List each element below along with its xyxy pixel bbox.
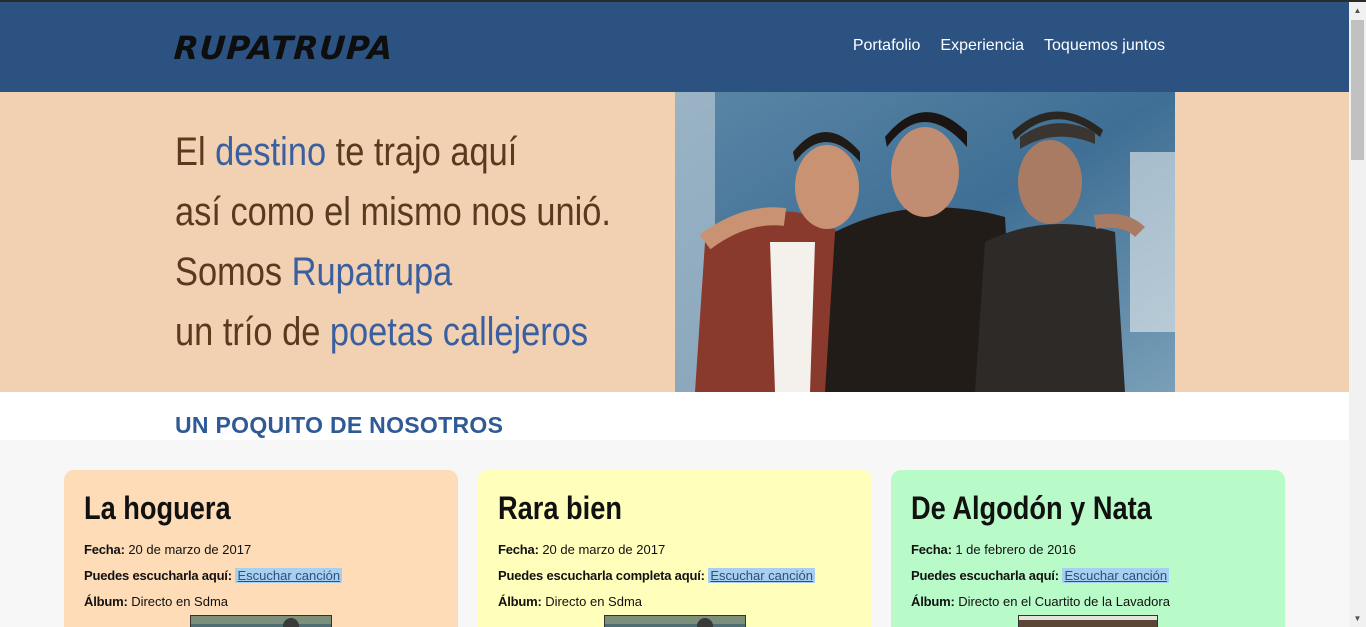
listen-label: Puedes escucharla aquí: <box>84 568 232 583</box>
song-date-row: Fecha: 20 de marzo de 2017 <box>84 537 438 563</box>
song-title: De Algodón y Nata <box>911 490 1152 526</box>
album-value: Directo en el Cuartito de la Lavadora <box>954 594 1170 609</box>
song-card-rara-bien: Rara bien Fecha: 20 de marzo de 2017 Pue… <box>478 470 872 627</box>
song-title: Rara bien <box>498 490 622 526</box>
scrollbar-thumb[interactable] <box>1351 20 1364 160</box>
rupatrupa-logo[interactable]: RUPATRUPA <box>172 22 395 74</box>
album-value: Directo en Sdma <box>127 594 229 609</box>
listen-label: Puedes escucharla aquí: <box>911 568 1059 583</box>
song-album-row: Álbum: Directo en el Cuartito de la Lava… <box>911 589 1265 615</box>
scroll-down-arrow-icon[interactable]: ▼ <box>1349 610 1366 627</box>
listen-label: Puedes escucharla completa aquí: <box>498 568 705 583</box>
songs-grid: La hoguera Fecha: 20 de marzo de 2017 Pu… <box>0 440 1349 627</box>
song-date-row: Fecha: 1 de febrero de 2016 <box>911 537 1265 563</box>
band-photo <box>675 92 1175 392</box>
about-section-header: UN POQUITO DE NOSOTROS <box>0 392 1349 440</box>
listen-link[interactable]: Escuchar canción <box>708 568 815 583</box>
hero-text-segment: un trío de <box>175 310 330 354</box>
listen-link[interactable]: Escuchar canción <box>235 568 343 583</box>
hero-highlight-destino: destino <box>215 130 327 174</box>
song-listen-row: Puedes escucharla completa aquí: Escucha… <box>498 563 852 589</box>
date-label: Fecha: <box>498 542 539 557</box>
nav-link-portafolio[interactable]: Portafolio <box>853 37 921 55</box>
album-cover-image <box>190 615 332 627</box>
album-label: Álbum: <box>84 594 128 609</box>
navbar: RUPATRUPA Portafolio Experiencia Toquemo… <box>0 2 1349 92</box>
vertical-scrollbar[interactable]: ▲ ▼ <box>1349 2 1366 627</box>
song-listen-row: Puedes escucharla aquí: Escuchar canción <box>911 563 1265 589</box>
date-label: Fecha: <box>911 542 952 557</box>
hero-line-2: así como el mismo nos unió. <box>175 190 611 234</box>
song-card-de-algodon-y-nata: De Algodón y Nata Fecha: 1 de febrero de… <box>891 470 1285 627</box>
hero-text-segment: El <box>175 130 216 174</box>
hero-highlight-poetas: poetas callejeros <box>329 310 589 354</box>
about-section-title: UN POQUITO DE NOSOTROS <box>175 412 504 438</box>
date-value: 20 de marzo de 2017 <box>124 542 252 557</box>
album-label: Álbum: <box>498 594 542 609</box>
song-listen-row: Puedes escucharla aquí: Escuchar canción <box>84 563 438 589</box>
date-value: 20 de marzo de 2017 <box>538 542 666 557</box>
song-album-row: Álbum: Directo en Sdma <box>498 589 852 615</box>
date-label: Fecha: <box>84 542 125 557</box>
hero-banner: El destino te trajo aquí así como el mis… <box>0 92 1349 392</box>
nav-link-experiencia[interactable]: Experiencia <box>940 37 1024 55</box>
album-value: Directo en Sdma <box>541 594 643 609</box>
main-nav: Portafolio Experiencia Toquemos juntos <box>853 37 1165 55</box>
hero-text-segment: Somos <box>175 250 292 294</box>
nav-link-toquemos-juntos[interactable]: Toquemos juntos <box>1044 37 1165 55</box>
listen-link[interactable]: Escuchar canción <box>1062 568 1170 583</box>
song-album-row: Álbum: Directo en Sdma <box>84 589 438 615</box>
hero-tagline: El destino te trajo aquí así como el mis… <box>175 122 611 362</box>
date-value: 1 de febrero de 2016 <box>951 542 1077 557</box>
hero-highlight-rupatrupa: Rupatrupa <box>291 250 453 294</box>
album-cover-image <box>1018 615 1158 627</box>
song-card-la-hoguera: La hoguera Fecha: 20 de marzo de 2017 Pu… <box>64 470 458 627</box>
album-label: Álbum: <box>911 594 955 609</box>
song-title: La hoguera <box>84 490 231 526</box>
album-cover-image <box>604 615 746 627</box>
hero-text-segment: te trajo aquí <box>326 130 518 174</box>
scroll-up-arrow-icon[interactable]: ▲ <box>1349 2 1366 19</box>
song-date-row: Fecha: 20 de marzo de 2017 <box>498 537 852 563</box>
